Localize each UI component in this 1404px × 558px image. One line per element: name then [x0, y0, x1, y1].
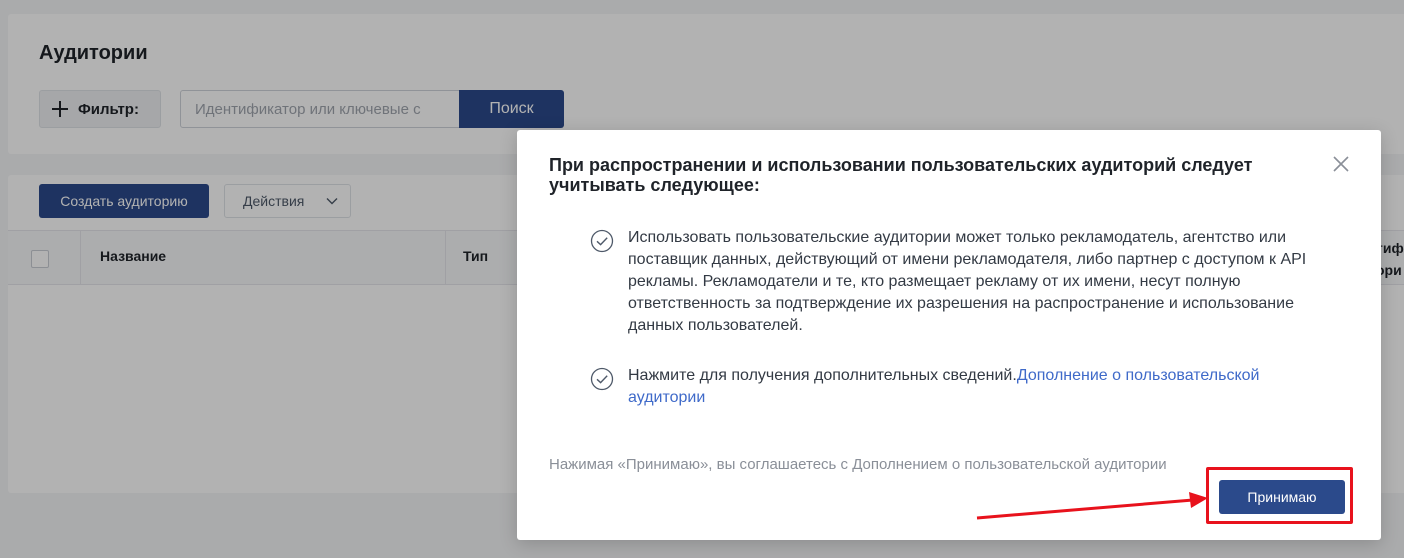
annotation-arrow — [976, 492, 1208, 520]
